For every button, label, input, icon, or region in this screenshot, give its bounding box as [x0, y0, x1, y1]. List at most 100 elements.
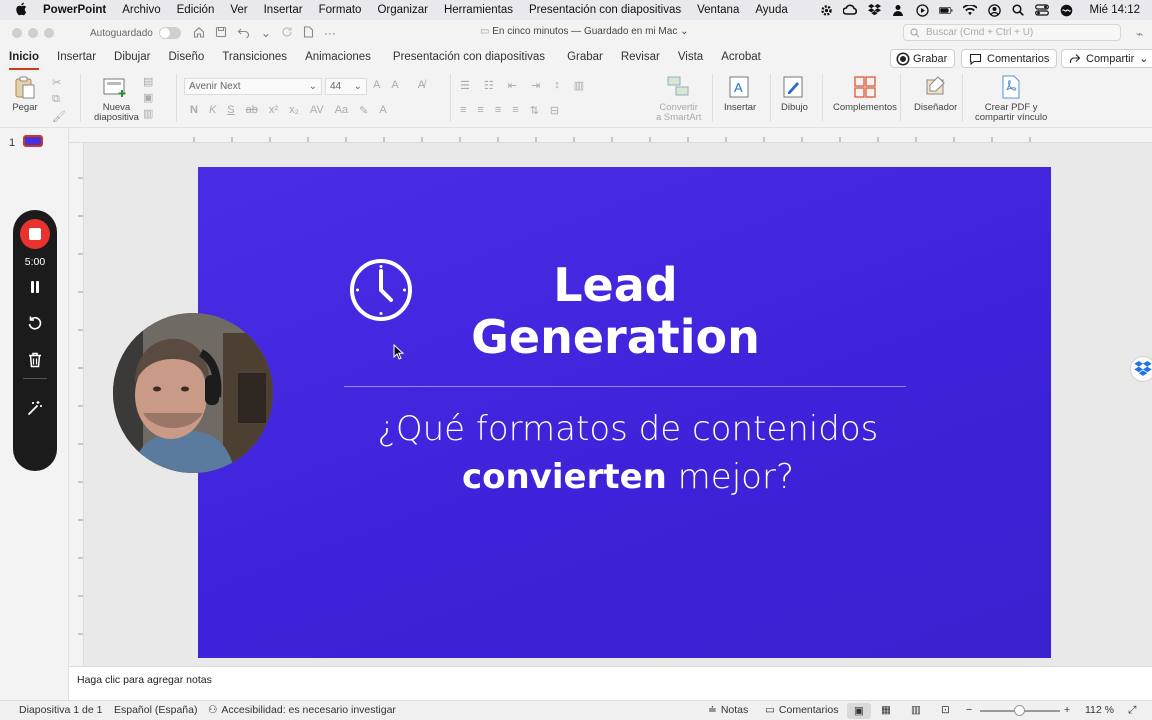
decrease-font-icon[interactable]: A: [391, 79, 398, 91]
gear-icon[interactable]: [819, 3, 833, 17]
align-left-icon[interactable]: ≡: [460, 104, 466, 117]
align-center-icon[interactable]: ≡: [477, 104, 483, 117]
effects-button[interactable]: [25, 398, 45, 418]
share-button[interactable]: Compartir ⌄: [1061, 49, 1152, 68]
menu-insertar[interactable]: Insertar: [264, 4, 303, 16]
slide-subtitle[interactable]: ¿Qué formatos de contenidos convierten m…: [318, 405, 938, 501]
dropbox-badge[interactable]: [1130, 356, 1152, 382]
bold-icon[interactable]: N: [190, 104, 198, 117]
cut-icon[interactable]: ✂: [52, 76, 66, 89]
layout-icon[interactable]: ▤: [143, 75, 153, 88]
spotlight-search-icon[interactable]: [1011, 3, 1025, 17]
minimize-window-button[interactable]: [28, 28, 38, 38]
menu-herramientas[interactable]: Herramientas: [444, 4, 513, 16]
clear-format-icon[interactable]: A̸: [418, 79, 425, 91]
zoom-out-button[interactable]: −: [966, 704, 972, 716]
slide-title[interactable]: Lead Generation: [428, 259, 803, 363]
account-circle-icon[interactable]: [987, 3, 1001, 17]
menu-ver[interactable]: Ver: [230, 4, 247, 16]
tab-revisar[interactable]: Revisar: [621, 46, 660, 70]
format-painter-icon[interactable]: 🖌: [52, 110, 66, 123]
autosave-toggle[interactable]: [158, 27, 181, 39]
change-case-icon[interactable]: Aa: [335, 104, 348, 117]
notes-pane[interactable]: Haga clic para agregar notas: [69, 666, 1152, 700]
text-direction-icon[interactable]: ⇅: [530, 104, 539, 117]
zoom-level[interactable]: 112 %: [1085, 704, 1114, 716]
designer-button[interactable]: Diseñador: [914, 74, 957, 113]
menu-bar-clock[interactable]: Mié 14:12: [1089, 4, 1140, 16]
tab-insertar[interactable]: Insertar: [57, 46, 96, 70]
undo-icon[interactable]: [237, 26, 251, 41]
tab-animaciones[interactable]: Animaciones: [305, 46, 371, 70]
menu-edicion[interactable]: Edición: [177, 4, 215, 16]
reading-view-button[interactable]: ▥: [911, 704, 921, 716]
menu-formato[interactable]: Formato: [319, 4, 362, 16]
redo-icon[interactable]: [281, 26, 293, 41]
highlight-icon[interactable]: ✎: [359, 104, 368, 117]
slide-thumbnail[interactable]: [23, 135, 43, 147]
insert-shape-button[interactable]: A Insertar: [724, 74, 756, 113]
close-window-button[interactable]: [12, 28, 22, 38]
battery-icon[interactable]: [939, 3, 953, 17]
reset-icon[interactable]: ▣: [143, 91, 153, 104]
subscript-icon[interactable]: x₂: [289, 104, 299, 117]
tab-dibujar[interactable]: Dibujar: [114, 46, 150, 70]
zoom-window-button[interactable]: [44, 28, 54, 38]
strikethrough-icon[interactable]: ab: [246, 104, 258, 117]
bullets-icon[interactable]: ☰: [460, 79, 470, 92]
save-icon[interactable]: [215, 26, 227, 41]
undo-dropdown-icon[interactable]: ⌄: [261, 26, 271, 41]
more-options-icon[interactable]: ···: [324, 26, 336, 41]
menu-ayuda[interactable]: Ayuda: [755, 4, 787, 16]
italic-icon[interactable]: K: [209, 104, 216, 117]
tab-grabar[interactable]: Grabar: [567, 46, 603, 70]
menu-app-name[interactable]: PowerPoint: [43, 4, 106, 16]
slide[interactable]: Lead Generation ¿Qué formatos de conteni…: [198, 167, 1051, 658]
siri-icon[interactable]: [1059, 3, 1073, 17]
document-title[interactable]: ▭ En cinco minutos — Guardado en mi Mac …: [480, 26, 689, 37]
numbering-icon[interactable]: ☷: [484, 79, 494, 92]
font-color-icon[interactable]: A: [379, 104, 386, 117]
char-spacing-icon[interactable]: AV: [310, 104, 324, 117]
paste-button[interactable]: Pegar: [12, 74, 38, 113]
accessibility-checker[interactable]: ⚇ Accesibilidad: es necesario investigar: [208, 704, 396, 716]
delete-button[interactable]: [25, 350, 45, 370]
addins-button[interactable]: Complementos: [833, 74, 897, 113]
comments-button[interactable]: Comentarios: [961, 49, 1058, 68]
pause-button[interactable]: [25, 277, 45, 297]
tab-presentacion[interactable]: Presentación con diapositivas: [393, 46, 545, 70]
creative-cloud-icon[interactable]: [843, 3, 858, 17]
increase-font-icon[interactable]: A: [373, 79, 380, 91]
menu-ventana[interactable]: Ventana: [697, 4, 739, 16]
search-input[interactable]: Buscar (Cmd + Ctrl + U): [903, 24, 1121, 41]
record-button[interactable]: Grabar: [890, 49, 956, 68]
tab-acrobat[interactable]: Acrobat: [721, 46, 761, 70]
create-pdf-button[interactable]: Crear PDF y compartir vínculo: [975, 74, 1047, 123]
justify-icon[interactable]: ≡: [512, 104, 518, 117]
wifi-icon[interactable]: [963, 3, 978, 17]
menu-presentacion[interactable]: Presentación con diapositivas: [529, 4, 681, 16]
convert-smartart-button[interactable]: Convertir a SmartArt: [656, 74, 701, 123]
underline-icon[interactable]: S: [227, 104, 234, 117]
new-document-icon[interactable]: [303, 25, 314, 41]
restart-button[interactable]: [25, 313, 45, 333]
zoom-slider-handle[interactable]: [1014, 705, 1025, 716]
drawing-button[interactable]: Dibujo: [781, 74, 808, 113]
slideshow-view-button[interactable]: ⊡: [941, 704, 950, 716]
stop-recording-button[interactable]: [20, 219, 50, 249]
tab-vista[interactable]: Vista: [678, 46, 703, 70]
control-center-icon[interactable]: [1035, 3, 1050, 17]
dropbox-menu-icon[interactable]: [867, 3, 881, 17]
play-circle-icon[interactable]: [915, 3, 929, 17]
columns-icon[interactable]: ▥: [574, 79, 584, 92]
fit-to-window-icon[interactable]: ⤢: [1128, 704, 1136, 717]
user-icon[interactable]: [891, 3, 905, 17]
menu-organizar[interactable]: Organizar: [377, 4, 428, 16]
tab-diseno[interactable]: Diseño: [168, 46, 204, 70]
new-slide-button[interactable]: Nueva diapositiva: [94, 74, 139, 123]
align-right-icon[interactable]: ≡: [495, 104, 501, 117]
line-spacing-icon[interactable]: ↕: [554, 79, 560, 92]
notes-toggle-button[interactable]: ≐ Notas: [708, 704, 748, 716]
font-name-select[interactable]: Avenir Next ⌄: [184, 78, 322, 95]
increase-indent-icon[interactable]: ⇥: [531, 79, 540, 92]
